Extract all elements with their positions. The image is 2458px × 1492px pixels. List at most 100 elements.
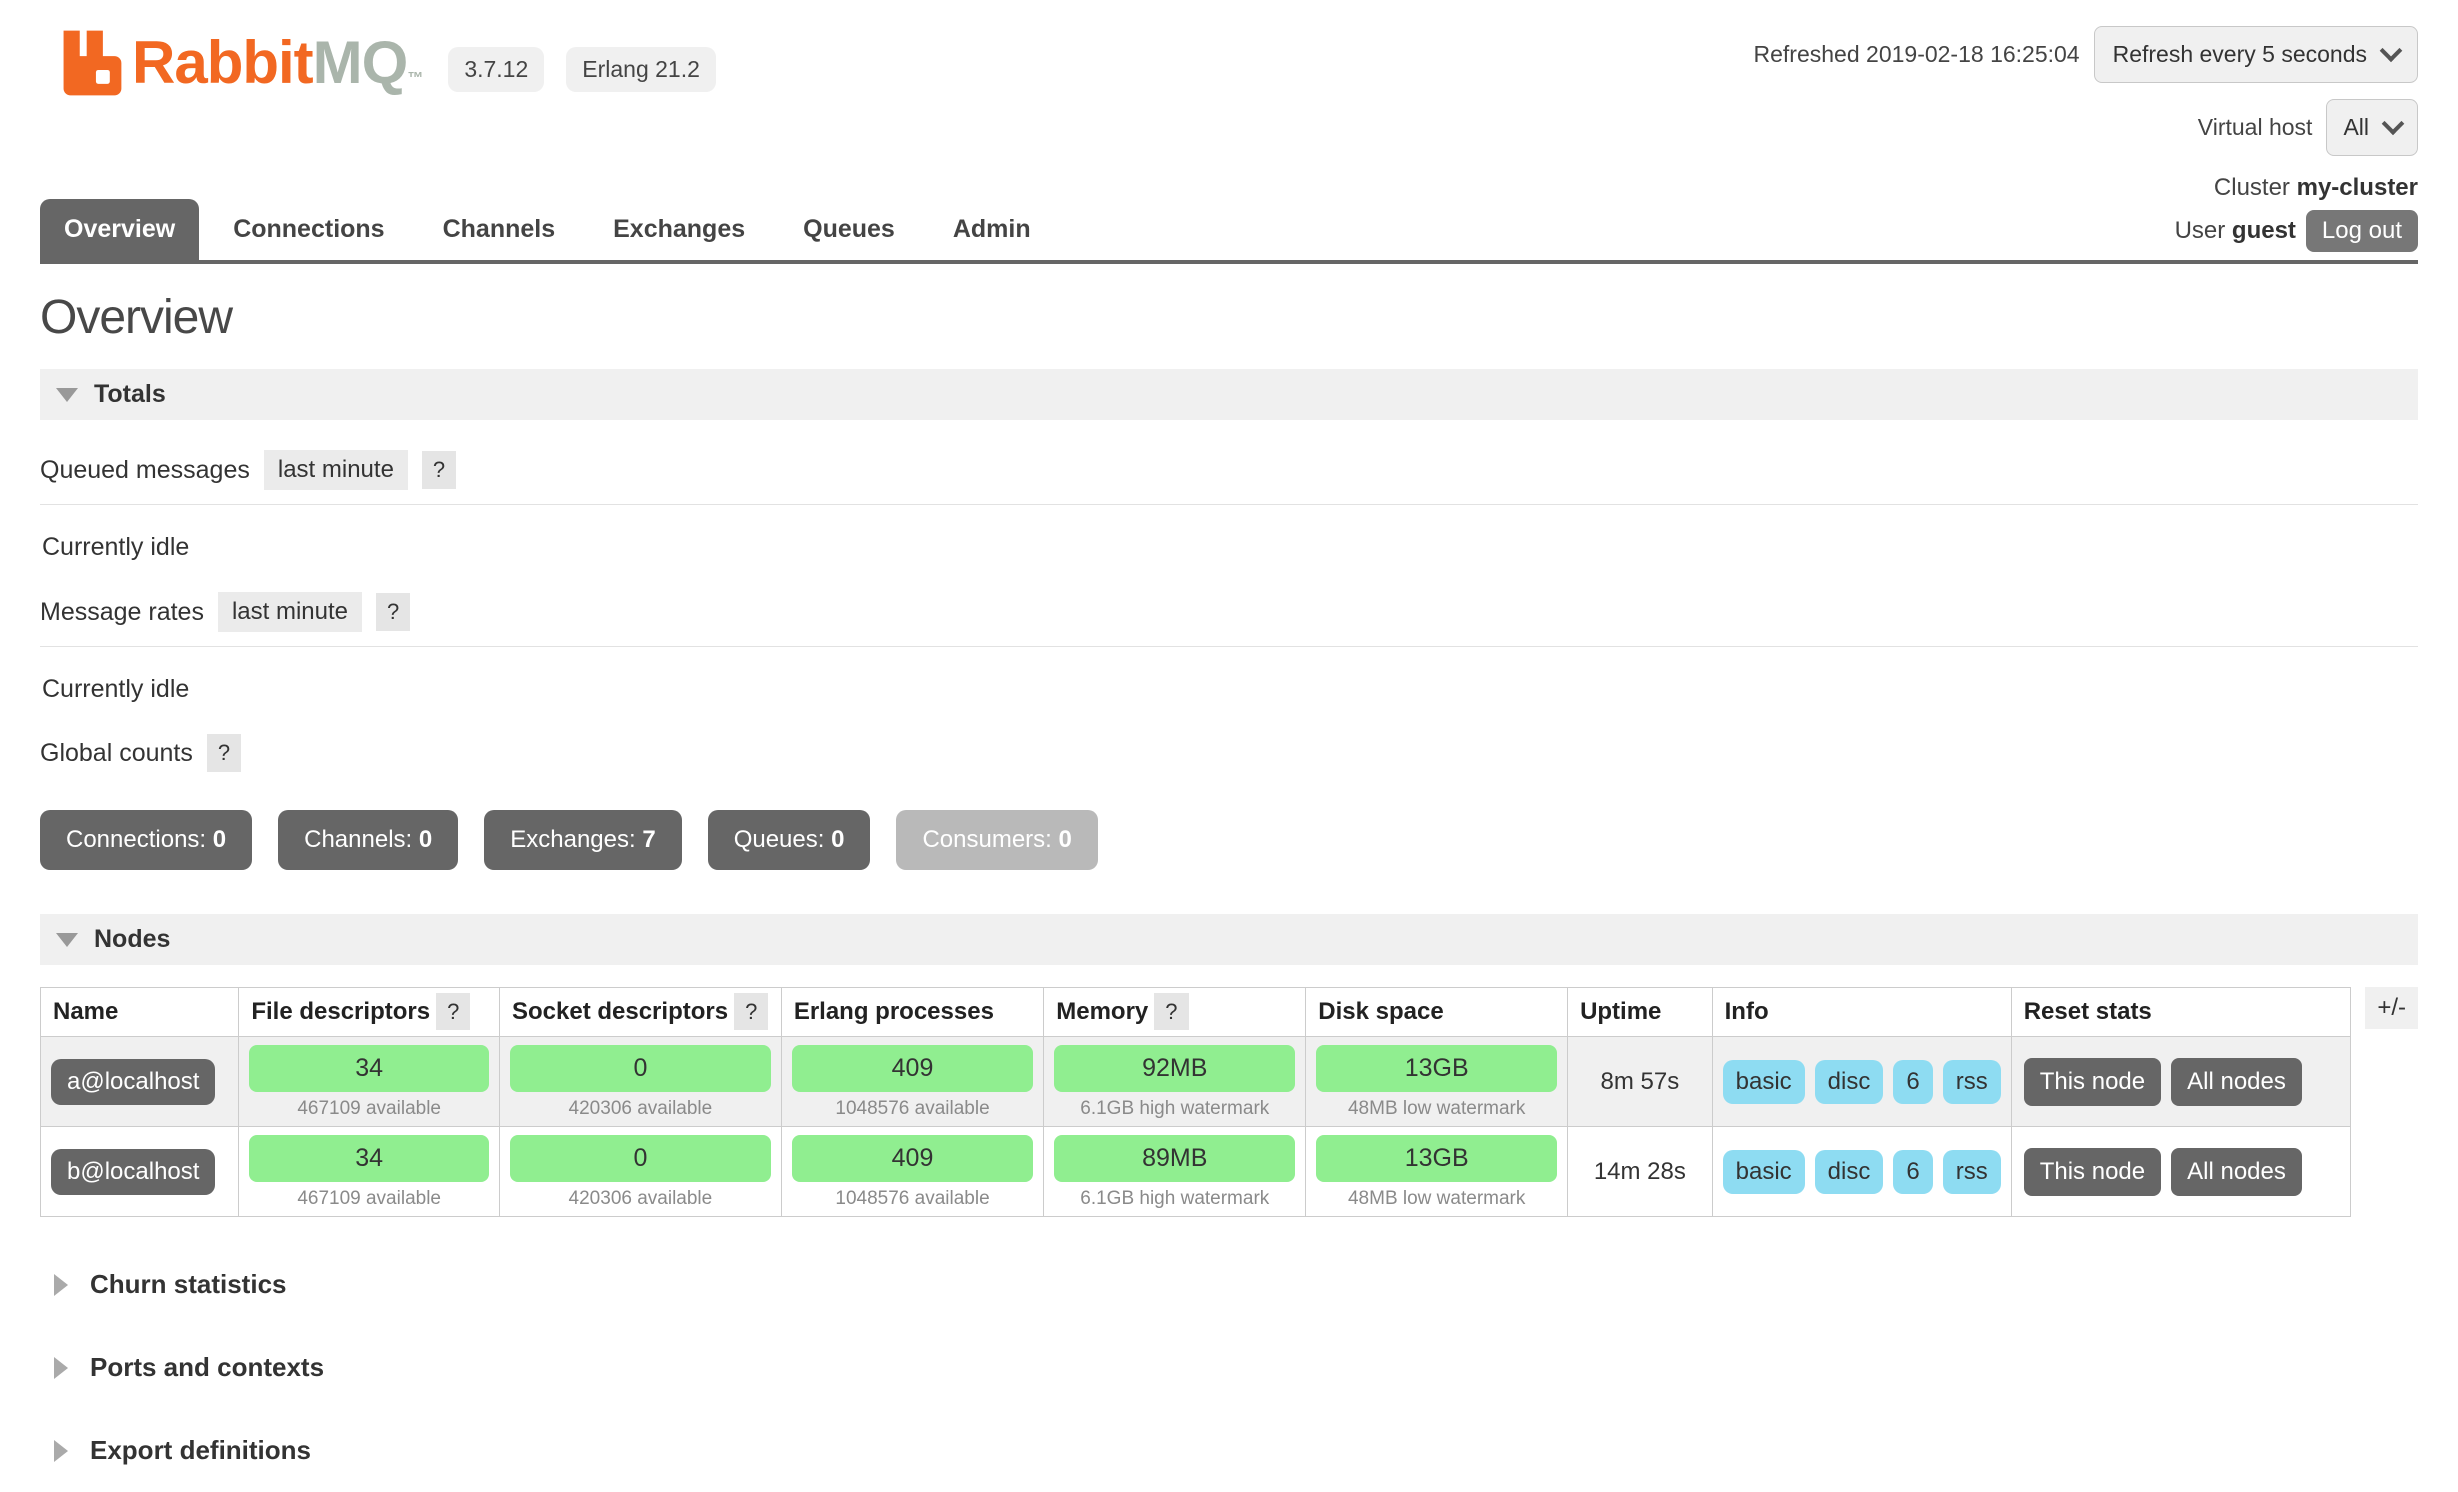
nodes-section-header[interactable]: Nodes	[40, 914, 2418, 965]
node-row-a: a@localhost 34467109 available 0420306 a…	[41, 1037, 2351, 1127]
chevron-down-icon	[2380, 39, 2403, 62]
nav-bar: Overview Connections Channels Exchanges …	[40, 166, 2418, 264]
col-erlang-processes: Erlang processes	[781, 988, 1043, 1037]
info-tag-basic: basic	[1723, 1060, 1805, 1104]
session-info: Cluster my-cluster User guestLog out	[2175, 166, 2418, 260]
col-disk-space: Disk space	[1306, 988, 1568, 1037]
connections-count-button[interactable]: Connections: 0	[40, 810, 252, 870]
rates-idle-status: Currently idle	[42, 675, 2418, 704]
nodes-section-title: Nodes	[94, 925, 170, 954]
info-tag-stats: 6	[1893, 1150, 1932, 1194]
info-tag-disc: disc	[1815, 1060, 1884, 1104]
nav-tabs: Overview Connections Channels Exchanges …	[40, 199, 1055, 260]
brand-tm: ™	[407, 70, 422, 87]
brand: RabbitMQ™ 3.7.12 Erlang 21.2	[40, 26, 716, 100]
collapse-triangle-icon	[56, 388, 78, 402]
memory-value: 89MB	[1054, 1135, 1295, 1182]
info-tag-disc: disc	[1815, 1150, 1884, 1194]
exchanges-count-button[interactable]: Exchanges: 7	[484, 810, 681, 870]
vhost-select[interactable]: All	[2326, 99, 2418, 156]
rabbitmq-rabbit-icon	[52, 26, 126, 100]
col-info: Info	[1712, 988, 2011, 1037]
fd-value: 34	[249, 1135, 489, 1182]
ep-value: 409	[792, 1135, 1033, 1182]
info-tag-stats: 6	[1893, 1060, 1932, 1104]
memory-value: 92MB	[1054, 1045, 1295, 1092]
queued-help-icon[interactable]: ?	[422, 451, 456, 489]
tab-admin[interactable]: Admin	[929, 199, 1055, 260]
col-reset-stats: Reset stats	[2011, 988, 2351, 1037]
brand-rabbit: Rabbit	[132, 29, 313, 96]
reset-all-nodes-button[interactable]: All nodes	[2171, 1148, 2302, 1196]
reset-all-nodes-button[interactable]: All nodes	[2171, 1058, 2302, 1106]
nodes-header-row: Name File descriptors? Socket descriptor…	[41, 988, 2351, 1037]
page-title: Overview	[40, 290, 2418, 345]
reset-this-node-button[interactable]: This node	[2024, 1058, 2161, 1106]
nodes-table: Name File descriptors? Socket descriptor…	[40, 987, 2351, 1217]
top-bar: RabbitMQ™ 3.7.12 Erlang 21.2 Refreshed 2…	[40, 0, 2418, 156]
expand-triangle-icon	[54, 1274, 68, 1296]
vhost-label: Virtual host	[2198, 114, 2313, 141]
disk-value: 13GB	[1316, 1135, 1557, 1182]
tab-exchanges[interactable]: Exchanges	[589, 199, 769, 260]
cluster-label: Cluster	[2214, 174, 2290, 201]
totals-section-header[interactable]: Totals	[40, 369, 2418, 420]
rates-help-icon[interactable]: ?	[376, 593, 410, 631]
refreshed-timestamp: Refreshed 2019-02-18 16:25:04	[1754, 41, 2080, 68]
tab-connections[interactable]: Connections	[209, 199, 408, 260]
tab-queues[interactable]: Queues	[779, 199, 919, 260]
erlang-version-badge: Erlang 21.2	[566, 47, 716, 92]
global-counts-label: Global counts	[40, 739, 193, 768]
info-tag-basic: basic	[1723, 1150, 1805, 1194]
refresh-controls: Refreshed 2019-02-18 16:25:04 Refresh ev…	[1754, 26, 2418, 156]
collapse-triangle-icon	[56, 933, 78, 947]
tab-overview[interactable]: Overview	[40, 199, 199, 260]
fd-help-icon[interactable]: ?	[436, 993, 470, 1030]
totals-section-title: Totals	[94, 380, 166, 409]
node-name-badge[interactable]: a@localhost	[51, 1059, 215, 1105]
uptime-value: 14m 28s	[1568, 1127, 1713, 1217]
user-label: User	[2175, 217, 2226, 244]
chevron-down-icon	[2382, 112, 2405, 135]
queued-messages-row: Queued messages last minute ?	[40, 450, 2418, 505]
global-counts-row: Global counts ?	[40, 734, 2418, 776]
sd-help-icon[interactable]: ?	[734, 993, 768, 1030]
ports-and-contexts-section[interactable]: Ports and contexts	[54, 1352, 2418, 1383]
consumers-count-button: Consumers: 0	[896, 810, 1097, 870]
col-uptime: Uptime	[1568, 988, 1713, 1037]
col-memory: Memory?	[1044, 988, 1306, 1037]
user-name: guest	[2232, 217, 2296, 244]
global-counts-buttons: Connections: 0 Channels: 0 Exchanges: 7 …	[40, 810, 2418, 870]
queued-idle-status: Currently idle	[42, 533, 2418, 562]
fd-value: 34	[249, 1045, 489, 1092]
queued-window-badge[interactable]: last minute	[264, 450, 408, 490]
rates-window-badge[interactable]: last minute	[218, 592, 362, 632]
col-name: Name	[41, 988, 239, 1037]
logout-button[interactable]: Log out	[2306, 210, 2418, 252]
uptime-value: 8m 57s	[1568, 1037, 1713, 1127]
brand-mq: MQ	[313, 29, 408, 96]
churn-statistics-section[interactable]: Churn statistics	[54, 1269, 2418, 1300]
channels-count-button[interactable]: Channels: 0	[278, 810, 458, 870]
sd-value: 0	[510, 1135, 771, 1182]
export-definitions-section[interactable]: Export definitions	[54, 1435, 2418, 1466]
rabbitmq-logo[interactable]: RabbitMQ™	[52, 26, 422, 100]
global-counts-help-icon[interactable]: ?	[207, 734, 241, 772]
column-toggle-button[interactable]: +/-	[2365, 987, 2418, 1029]
memory-help-icon[interactable]: ?	[1154, 993, 1188, 1030]
col-socket-descriptors: Socket descriptors?	[499, 988, 781, 1037]
version-badges: 3.7.12 Erlang 21.2	[448, 47, 716, 100]
disk-value: 13GB	[1316, 1045, 1557, 1092]
node-row-b: b@localhost 34467109 available 0420306 a…	[41, 1127, 2351, 1217]
tab-channels[interactable]: Channels	[419, 199, 580, 260]
col-file-descriptors: File descriptors?	[239, 988, 500, 1037]
node-name-badge[interactable]: b@localhost	[51, 1149, 215, 1195]
ep-value: 409	[792, 1045, 1033, 1092]
info-tag-rss: rss	[1943, 1060, 2001, 1104]
message-rates-label: Message rates	[40, 598, 204, 627]
queued-messages-label: Queued messages	[40, 456, 250, 485]
refresh-interval-select[interactable]: Refresh every 5 seconds	[2094, 26, 2418, 83]
reset-this-node-button[interactable]: This node	[2024, 1148, 2161, 1196]
queues-count-button[interactable]: Queues: 0	[708, 810, 871, 870]
rabbitmq-version-badge: 3.7.12	[448, 47, 544, 92]
